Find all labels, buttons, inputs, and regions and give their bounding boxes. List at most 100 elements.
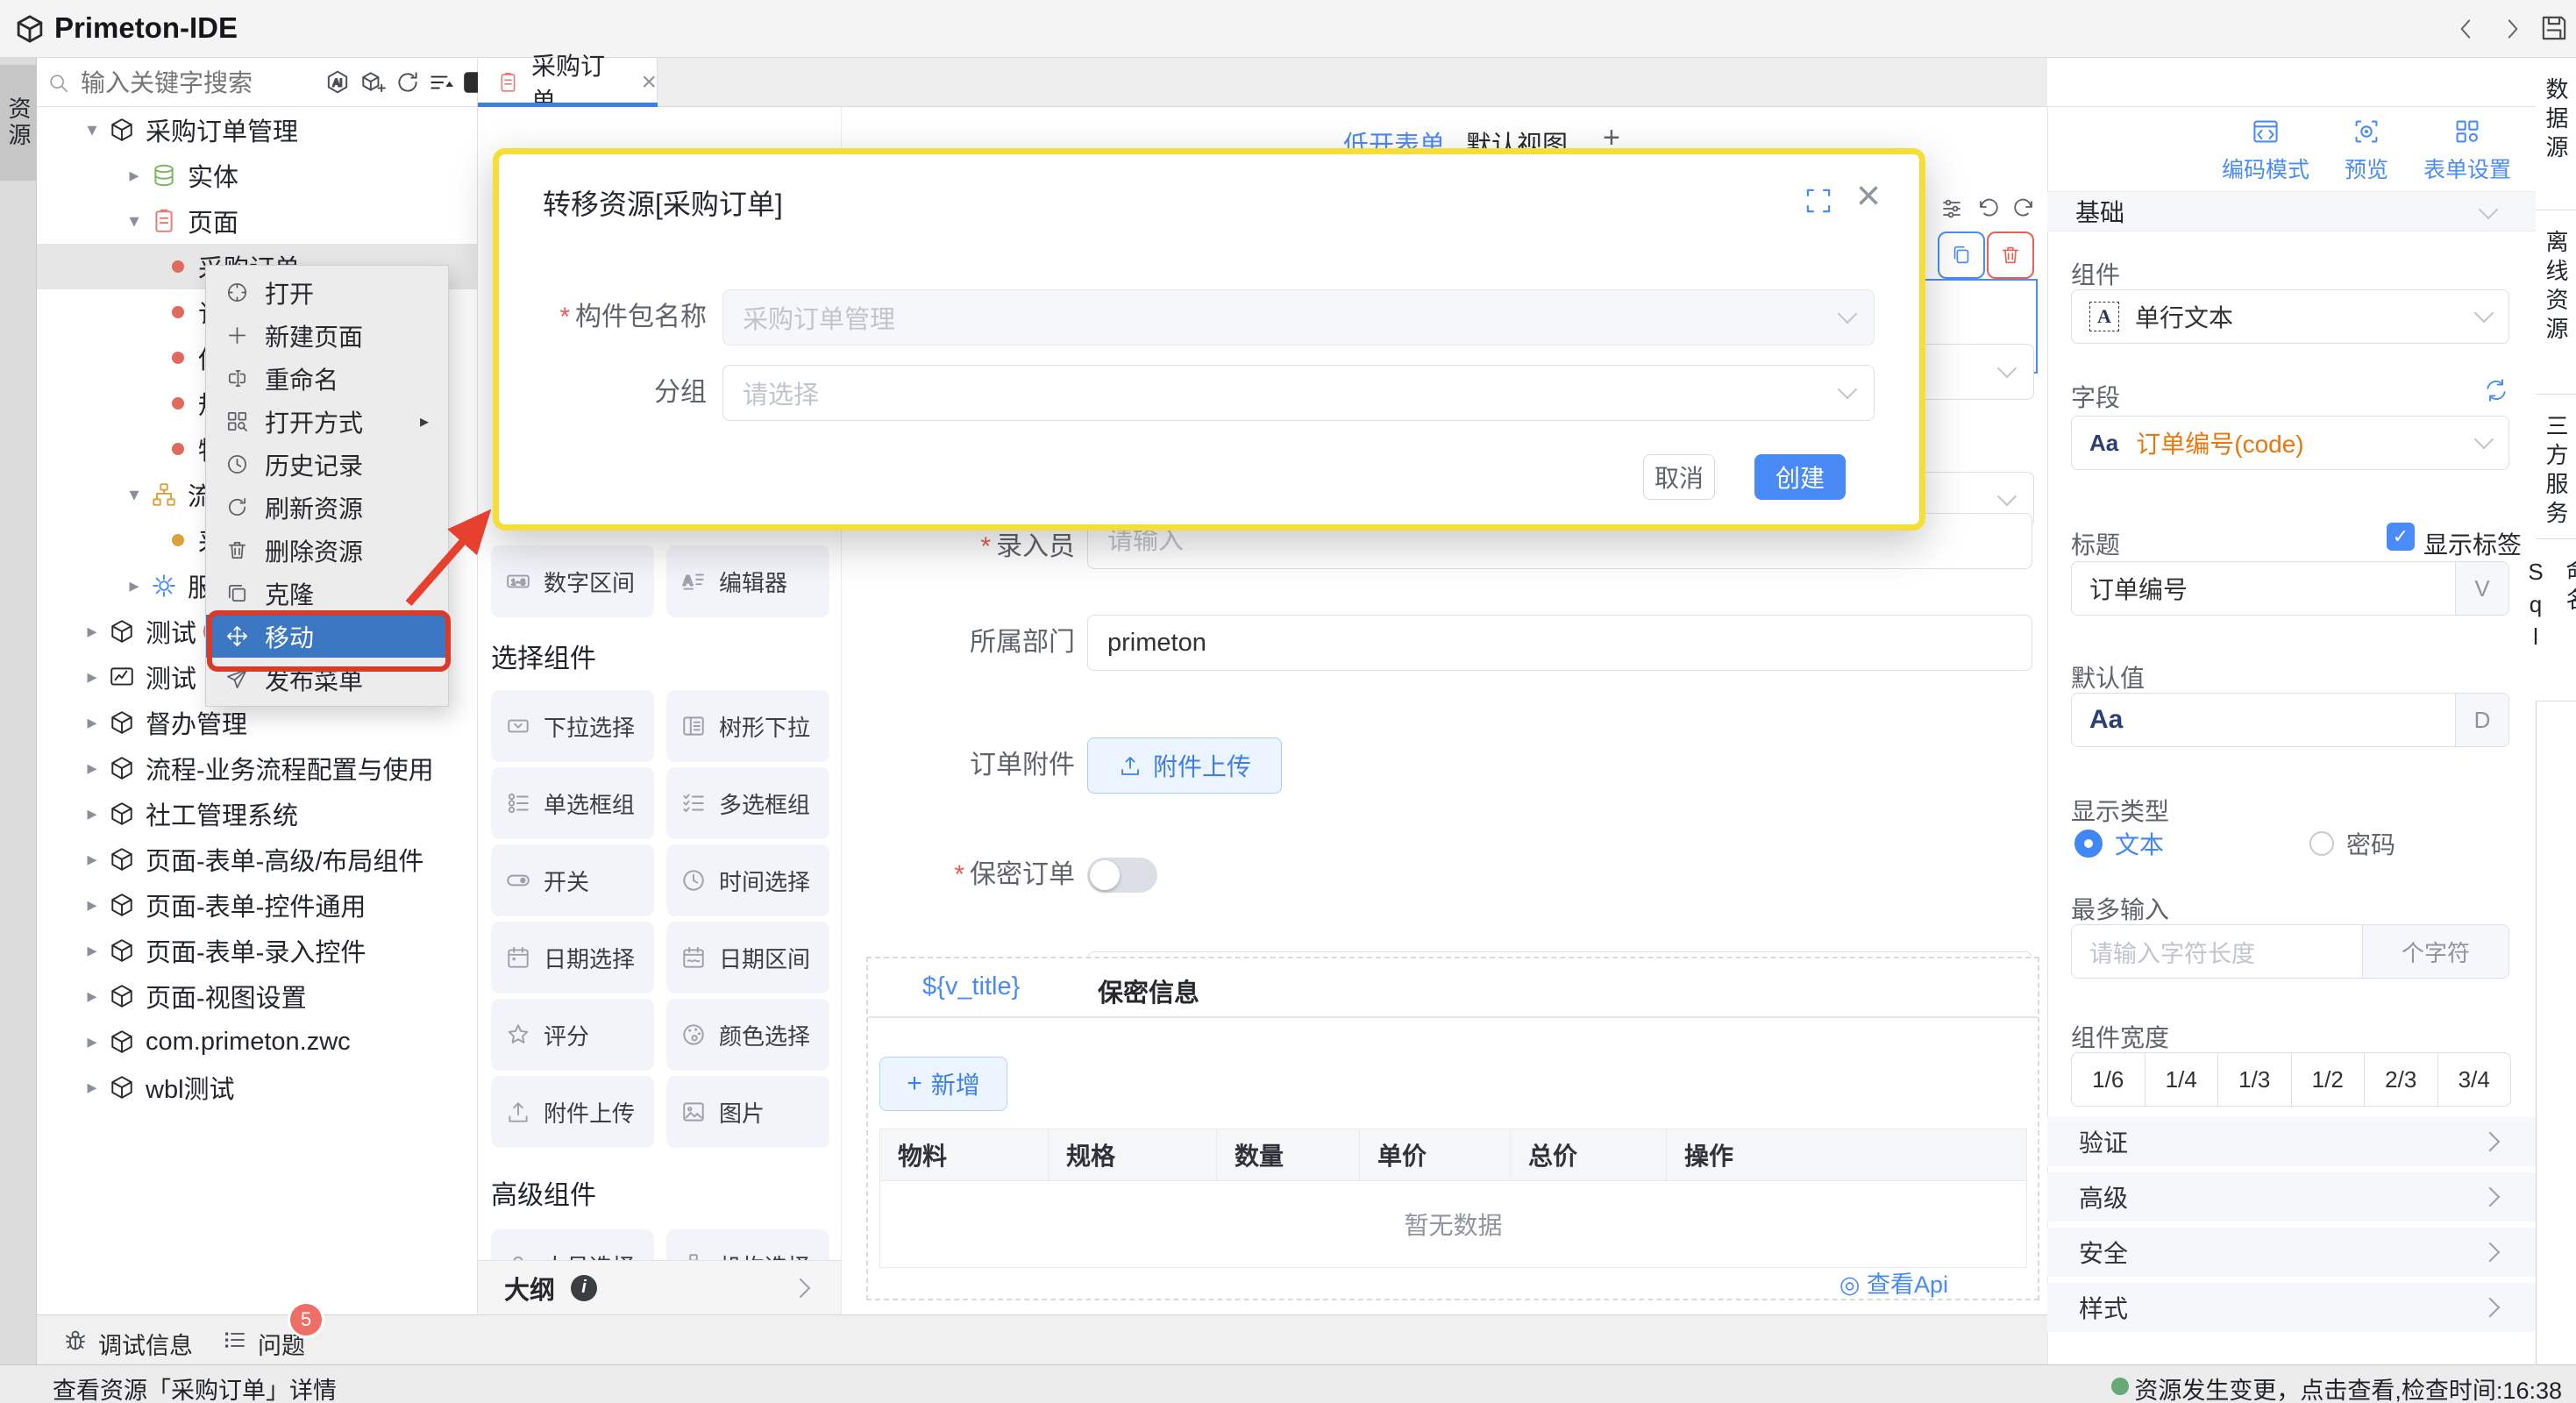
redo-icon[interactable] [2011, 196, 2036, 221]
refresh-tree-icon[interactable] [395, 69, 421, 96]
title-input[interactable]: 订单编号 V [2071, 561, 2509, 616]
palette-item-tree-select[interactable]: 树形下拉 [666, 690, 829, 762]
width-option[interactable]: 2/3 [2365, 1053, 2438, 1106]
tree-item-pages[interactable]: ▾页面 [37, 198, 477, 244]
ai-assist-icon[interactable] [324, 69, 351, 96]
col-header[interactable]: 单价 [1360, 1129, 1511, 1181]
max-input-field[interactable]: 请输入字符长度 个字符 [2071, 924, 2509, 979]
preview-button[interactable]: 预览 [2338, 118, 2395, 184]
chevron-right-icon[interactable]: ▸ [75, 939, 109, 962]
debug-icon[interactable] [63, 1328, 88, 1352]
debug-label[interactable]: 调试信息 [98, 1327, 193, 1361]
radio-password-label[interactable]: 密码 [2346, 826, 2395, 861]
menu-item-open-with[interactable]: 打开方式▸ [206, 400, 448, 443]
menu-item-open[interactable]: 打开 [206, 271, 448, 314]
chevron-right-icon[interactable]: ▸ [75, 802, 109, 825]
radio-password[interactable] [2309, 831, 2334, 856]
palette-item-editor[interactable]: 编辑器 [666, 545, 829, 617]
modal-package-select[interactable]: 采购订单管理 [722, 289, 1875, 345]
default-value-input[interactable]: Aa D [2071, 693, 2509, 747]
width-option[interactable]: 1/4 [2145, 1053, 2219, 1106]
new-component-icon[interactable] [359, 69, 386, 96]
subform-tab-active[interactable]: ${v_title} [922, 972, 1020, 1001]
form-settings-button[interactable]: 表单设置 [2418, 118, 2516, 184]
modal-cancel-button[interactable]: 取消 [1643, 454, 1715, 500]
palette-item-checkbox-group[interactable]: 多选框组 [666, 767, 829, 839]
col-header[interactable]: 物料 [880, 1129, 1049, 1181]
palette-item-select[interactable]: 下拉选择 [491, 690, 654, 762]
problems-icon[interactable] [223, 1328, 247, 1352]
width-option[interactable]: 1/2 [2292, 1053, 2366, 1106]
col-header[interactable]: 操作 [1667, 1129, 2027, 1181]
col-header[interactable]: 规格 [1049, 1129, 1217, 1181]
code-mode-button[interactable]: 编码模式 [2217, 118, 2315, 184]
subform-tab-secret[interactable]: 保密信息 [1098, 972, 1199, 1009]
chevron-right-icon[interactable]: ▸ [75, 985, 109, 1008]
tree-item-package[interactable]: ▸com.primeton.zwc [37, 1019, 477, 1065]
tree-item-package[interactable]: ▾采购订单管理 [37, 107, 477, 153]
section-style[interactable]: 样式 [2047, 1283, 2536, 1332]
palette-item-date-picker[interactable]: 日期选择 [491, 922, 654, 993]
outline-bar[interactable]: 大纲 i [478, 1260, 841, 1314]
palette-item-date-range[interactable]: 日期区间 [666, 922, 829, 993]
col-header[interactable]: 总价 [1511, 1129, 1667, 1181]
attachment-upload-button[interactable]: 附件上传 [1087, 737, 1282, 794]
width-option[interactable]: 3/4 [2438, 1053, 2511, 1106]
chevron-right-icon[interactable]: ▸ [75, 711, 109, 734]
rail-tab-offline-resources[interactable]: 离线资源 [2536, 210, 2576, 395]
chevron-right-icon[interactable]: ▸ [75, 620, 109, 643]
show-label-checkbox[interactable]: ✓ [2387, 523, 2415, 551]
field-select[interactable]: Aa 订单编号(code) [2071, 416, 2509, 470]
section-security[interactable]: 安全 [2047, 1228, 2536, 1277]
back-icon[interactable] [2453, 16, 2480, 42]
palette-item-image[interactable]: 图片 [666, 1076, 829, 1148]
chevron-right-icon[interactable]: ▸ [75, 1030, 109, 1053]
fullscreen-icon[interactable] [1804, 186, 1833, 216]
palette-item-upload[interactable]: 附件上传 [491, 1076, 654, 1148]
title-variable-button[interactable]: V [2455, 562, 2508, 615]
department-input[interactable] [1087, 615, 2032, 671]
chevron-down-icon[interactable]: ▾ [75, 118, 109, 141]
chevron-down-icon[interactable]: ▾ [117, 483, 151, 506]
palette-item-switch[interactable]: 开关 [491, 844, 654, 916]
section-validation[interactable]: 验证 [2047, 1117, 2536, 1166]
tree-item-package[interactable]: ▸流程-业务流程配置与使用 [37, 745, 477, 791]
palette-item-radio-group[interactable]: 单选框组 [491, 767, 654, 839]
tree-item-package[interactable]: ▸页面-表单-录入控件 [37, 928, 477, 973]
status-right-text[interactable]: 资源发生变更，点击查看,检查时间:16:38 [2134, 1371, 2562, 1403]
subform-add-button[interactable]: +新增 [879, 1057, 1007, 1111]
tab-close-icon[interactable]: × [641, 68, 657, 97]
chevron-down-icon[interactable]: ▾ [117, 210, 151, 232]
sort-filter-icon[interactable] [428, 69, 454, 96]
menu-item-new-page[interactable]: 新建页面 [206, 314, 448, 357]
undo-icon[interactable] [1976, 196, 2001, 221]
chevron-right-icon[interactable]: ▸ [117, 574, 151, 597]
chevron-right-icon[interactable]: ▸ [75, 1076, 109, 1099]
width-option[interactable]: 1/6 [2072, 1053, 2145, 1106]
chevron-right-icon[interactable]: ▸ [75, 848, 109, 871]
palette-item-color-picker[interactable]: 颜色选择 [666, 999, 829, 1071]
chevron-right-icon[interactable]: ▸ [75, 757, 109, 780]
palette-item-time-picker[interactable]: 时间选择 [666, 844, 829, 916]
tree-item-package[interactable]: ▸页面-表单-控件通用 [37, 882, 477, 928]
canvas-list-settings-icon[interactable] [1939, 196, 1964, 221]
palette-item-rate[interactable]: 评分 [491, 999, 654, 1071]
modal-create-button[interactable]: 创建 [1754, 454, 1846, 500]
tree-item-package[interactable]: ▸页面-视图设置 [37, 973, 477, 1019]
component-select[interactable]: A 单行文本 [2071, 289, 2509, 344]
modal-group-select[interactable]: 请选择 [722, 365, 1875, 421]
close-icon[interactable]: × [1856, 172, 1881, 220]
chevron-right-icon[interactable]: ▸ [75, 666, 109, 688]
chevron-right-icon[interactable]: ▸ [117, 164, 151, 187]
radio-text-selected[interactable] [2074, 830, 2103, 858]
menu-item-rename[interactable]: 重命名 [206, 357, 448, 400]
delete-component-button[interactable] [1987, 231, 2034, 279]
tree-item-package[interactable]: ▸社工管理系统 [37, 791, 477, 837]
rail-tab-datasource[interactable]: 数据源 [2536, 58, 2576, 210]
width-option[interactable]: 1/3 [2218, 1053, 2292, 1106]
forward-icon[interactable] [2499, 16, 2525, 42]
copy-component-button[interactable] [1938, 231, 1985, 279]
rail-tab-resources[interactable]: 资源 [0, 65, 37, 181]
tree-item-package[interactable]: ▸wbl测试 [37, 1065, 477, 1110]
tab-purchase-order[interactable]: 采购订单 × [478, 58, 658, 107]
